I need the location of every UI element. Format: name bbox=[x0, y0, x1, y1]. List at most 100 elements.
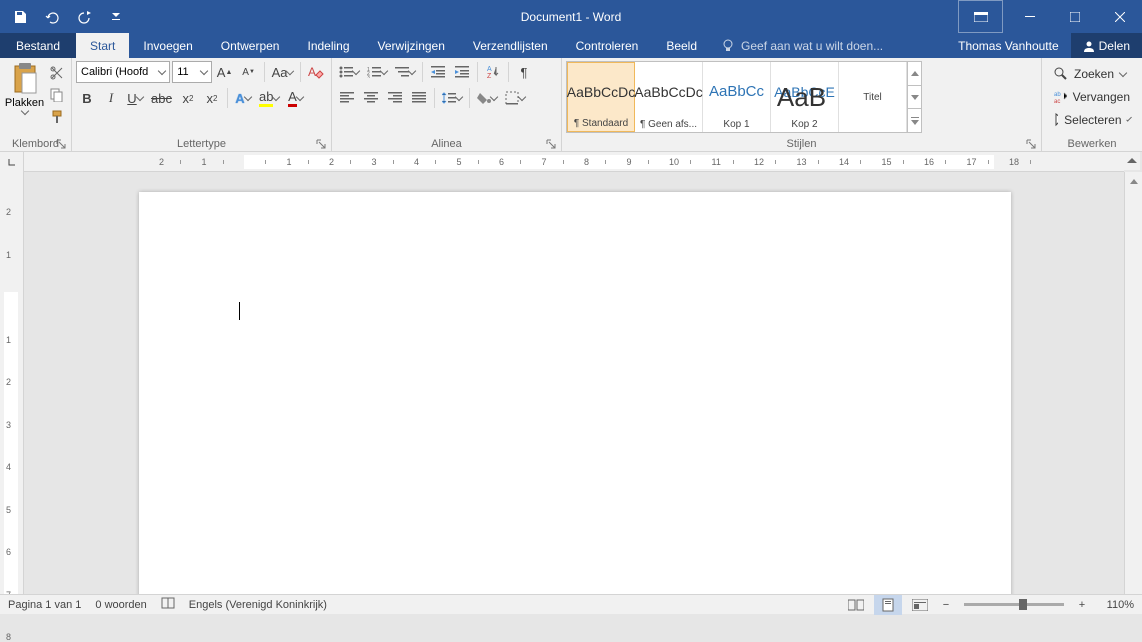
dialog-launcher-font[interactable] bbox=[316, 136, 328, 148]
justify-button[interactable] bbox=[408, 87, 430, 109]
undo-button[interactable] bbox=[38, 3, 66, 31]
replace-button[interactable]: abacVervangen bbox=[1050, 86, 1134, 108]
tab-insert[interactable]: Invoegen bbox=[129, 33, 206, 58]
tab-view[interactable]: Beeld bbox=[652, 33, 711, 58]
collapse-ribbon-button[interactable] bbox=[1124, 152, 1140, 170]
dialog-launcher-clipboard[interactable] bbox=[56, 136, 68, 148]
line-spacing-button[interactable] bbox=[439, 87, 465, 109]
shading-button[interactable] bbox=[474, 87, 500, 109]
vertical-ruler[interactable]: 2112345678 bbox=[0, 172, 24, 594]
style-standaard[interactable]: AaBbCcDc¶ Standaard bbox=[567, 62, 635, 132]
align-center-icon bbox=[364, 92, 378, 104]
web-layout-button[interactable] bbox=[906, 595, 934, 615]
expand-icon[interactable] bbox=[908, 109, 921, 132]
cut-button[interactable] bbox=[47, 63, 67, 83]
highlight-button[interactable]: ab bbox=[256, 87, 282, 109]
document-page[interactable] bbox=[139, 192, 1011, 594]
paste-button[interactable]: Plakken bbox=[4, 61, 45, 133]
find-button[interactable]: Zoeken bbox=[1050, 63, 1134, 85]
scroll-down-icon[interactable] bbox=[908, 86, 921, 110]
save-button[interactable] bbox=[6, 3, 34, 31]
print-layout-button[interactable] bbox=[874, 595, 902, 615]
dialog-launcher-paragraph[interactable] bbox=[546, 136, 558, 148]
tab-review[interactable]: Controleren bbox=[562, 33, 653, 58]
maximize-button[interactable] bbox=[1052, 0, 1097, 33]
chevron-down-icon bbox=[272, 92, 280, 100]
borders-button[interactable] bbox=[502, 87, 528, 109]
numbering-button[interactable]: 123 bbox=[364, 61, 390, 83]
underline-button[interactable]: U bbox=[124, 87, 146, 109]
redo-button[interactable] bbox=[70, 3, 98, 31]
ribbon-display-options-button[interactable] bbox=[958, 0, 1003, 33]
grow-font-button[interactable]: A▲ bbox=[214, 61, 236, 83]
window-controls bbox=[958, 0, 1142, 33]
font-color-button[interactable]: A bbox=[284, 87, 306, 109]
scroll-up-icon[interactable] bbox=[908, 62, 921, 86]
page-status[interactable]: Pagina 1 van 1 bbox=[8, 599, 81, 611]
dialog-launcher-styles[interactable] bbox=[1026, 136, 1038, 148]
justify-icon bbox=[412, 92, 426, 104]
group-styles: AaBbCcDc¶ Standaard AaBbCcDc¶ Geen afs..… bbox=[562, 58, 1042, 151]
qat-customize-button[interactable] bbox=[102, 3, 130, 31]
superscript-button[interactable]: x2 bbox=[201, 87, 223, 109]
shrink-font-button[interactable]: A▼ bbox=[238, 61, 260, 83]
titlebar: Document1 - Word bbox=[0, 0, 1142, 33]
select-button[interactable]: Selecteren bbox=[1050, 109, 1134, 131]
multilevel-list-button[interactable] bbox=[392, 61, 418, 83]
italic-button[interactable]: I bbox=[100, 87, 122, 109]
decrease-indent-button[interactable] bbox=[427, 61, 449, 83]
increase-indent-button[interactable] bbox=[451, 61, 473, 83]
styles-gallery: AaBbCcDc¶ Standaard AaBbCcDc¶ Geen afs..… bbox=[566, 61, 922, 133]
subscript-button[interactable]: x2 bbox=[177, 87, 199, 109]
tab-references[interactable]: Verwijzingen bbox=[364, 33, 459, 58]
show-marks-button[interactable]: ¶ bbox=[513, 61, 535, 83]
vertical-scrollbar[interactable] bbox=[1124, 172, 1142, 594]
scissors-icon bbox=[50, 66, 64, 80]
proofing-button[interactable] bbox=[161, 596, 175, 613]
word-count[interactable]: 0 woorden bbox=[95, 599, 146, 611]
tab-mailings[interactable]: Verzendlijsten bbox=[459, 33, 562, 58]
sort-button[interactable]: AZ bbox=[482, 61, 504, 83]
format-painter-button[interactable] bbox=[47, 107, 67, 127]
tab-file[interactable]: Bestand bbox=[0, 33, 76, 58]
strikethrough-button[interactable]: abc bbox=[148, 87, 175, 109]
scroll-up-button[interactable] bbox=[1125, 172, 1142, 190]
page-scroll[interactable] bbox=[24, 172, 1124, 594]
align-right-button[interactable] bbox=[384, 87, 406, 109]
tab-selector[interactable] bbox=[0, 152, 24, 172]
styles-more[interactable] bbox=[907, 62, 921, 132]
quick-access-toolbar bbox=[0, 3, 130, 31]
zoom-level[interactable]: 110% bbox=[1094, 599, 1134, 611]
style-titel[interactable]: AaBTitel bbox=[839, 62, 907, 132]
copy-button[interactable] bbox=[47, 85, 67, 105]
style-geen-afstand[interactable]: AaBbCcDc¶ Geen afs... bbox=[635, 62, 703, 132]
group-font: Calibri (Hoofd 11 A▲ A▼ Aa A B I U abc x… bbox=[72, 58, 332, 151]
clear-formatting-button[interactable]: A bbox=[305, 61, 327, 83]
zoom-in-button[interactable]: + bbox=[1074, 595, 1090, 615]
font-name-combo[interactable]: Calibri (Hoofd bbox=[76, 61, 170, 83]
share-button[interactable]: Delen bbox=[1071, 33, 1142, 58]
zoom-slider[interactable] bbox=[964, 603, 1064, 606]
zoom-thumb[interactable] bbox=[1019, 599, 1027, 610]
tab-design[interactable]: Ontwerpen bbox=[207, 33, 294, 58]
language-status[interactable]: Engels (Verenigd Koninkrijk) bbox=[189, 599, 327, 611]
style-kop-1[interactable]: AaBbCcKop 1 bbox=[703, 62, 771, 132]
align-left-button[interactable] bbox=[336, 87, 358, 109]
tab-layout[interactable]: Indeling bbox=[293, 33, 363, 58]
svg-text:A: A bbox=[308, 65, 316, 79]
bullets-button[interactable] bbox=[336, 61, 362, 83]
bold-button[interactable]: B bbox=[76, 87, 98, 109]
tab-home[interactable]: Start bbox=[76, 33, 129, 58]
read-mode-button[interactable] bbox=[842, 595, 870, 615]
multilevel-icon bbox=[395, 66, 409, 78]
minimize-button[interactable] bbox=[1007, 0, 1052, 33]
text-effects-button[interactable]: A bbox=[232, 87, 254, 109]
horizontal-ruler[interactable]: 21123456789101112131415161718 bbox=[24, 152, 1124, 172]
zoom-out-button[interactable]: − bbox=[938, 595, 954, 615]
close-button[interactable] bbox=[1097, 0, 1142, 33]
change-case-button[interactable]: Aa bbox=[269, 61, 296, 83]
font-size-combo[interactable]: 11 bbox=[172, 61, 211, 83]
tell-me-search[interactable]: Geef aan wat u wilt doen... bbox=[711, 33, 946, 58]
user-name[interactable]: Thomas Vanhoutte bbox=[946, 33, 1071, 58]
align-center-button[interactable] bbox=[360, 87, 382, 109]
